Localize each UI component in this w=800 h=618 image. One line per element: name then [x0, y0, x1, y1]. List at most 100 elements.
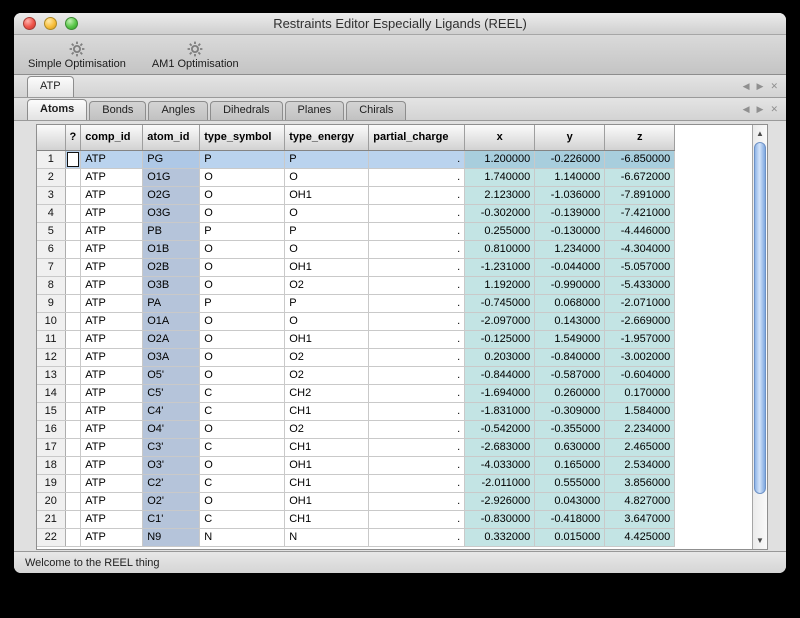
cell-atom-id[interactable]: C5': [143, 384, 200, 402]
tab-scroll-left-icon[interactable]: ◀: [743, 104, 750, 115]
cell-type-symbol[interactable]: O: [200, 348, 285, 366]
cell-x[interactable]: -4.033000: [465, 456, 535, 474]
cell-col[interactable]: [65, 222, 81, 240]
scrollbar-thumb[interactable]: [754, 142, 766, 494]
cell-z[interactable]: -0.604000: [605, 366, 675, 384]
cell-atom-id[interactable]: O2A: [143, 330, 200, 348]
column-header-type-energy[interactable]: type_energy: [285, 125, 369, 150]
cell-comp-id[interactable]: ATP: [81, 384, 143, 402]
cell-comp-id[interactable]: ATP: [81, 438, 143, 456]
cell-comp-id[interactable]: ATP: [81, 420, 143, 438]
cell-y[interactable]: -0.309000: [535, 402, 605, 420]
cell-type-energy[interactable]: O: [285, 312, 369, 330]
cell-partial-charge[interactable]: .: [369, 258, 465, 276]
cell-comp-id[interactable]: ATP: [81, 240, 143, 258]
cell-type-symbol[interactable]: P: [200, 150, 285, 168]
tab-dihedrals[interactable]: Dihedrals: [210, 101, 282, 120]
row-number[interactable]: 12: [37, 348, 65, 366]
cell-partial-charge[interactable]: .: [369, 402, 465, 420]
cell-type-energy[interactable]: O2: [285, 420, 369, 438]
row-number[interactable]: 17: [37, 438, 65, 456]
cell-partial-charge[interactable]: .: [369, 492, 465, 510]
cell-comp-id[interactable]: ATP: [81, 150, 143, 168]
cell-z[interactable]: -6.672000: [605, 168, 675, 186]
cell-col[interactable]: [65, 456, 81, 474]
cell-x[interactable]: 2.123000: [465, 186, 535, 204]
cell-atom-id[interactable]: C3': [143, 438, 200, 456]
cell-z[interactable]: 2.534000: [605, 456, 675, 474]
cell-z[interactable]: -7.421000: [605, 204, 675, 222]
cell-atom-id[interactable]: C4': [143, 402, 200, 420]
cell-y[interactable]: -0.587000: [535, 366, 605, 384]
tab-atoms[interactable]: Atoms: [27, 99, 87, 120]
cell-type-energy[interactable]: O2: [285, 348, 369, 366]
cell-col[interactable]: [65, 510, 81, 528]
cell-col[interactable]: [65, 348, 81, 366]
tab-atp[interactable]: ATP: [27, 76, 74, 97]
cell-type-symbol[interactable]: O: [200, 240, 285, 258]
cell-x[interactable]: -0.302000: [465, 204, 535, 222]
cell-col[interactable]: [65, 402, 81, 420]
cell-y[interactable]: 1.234000: [535, 240, 605, 258]
cell-z[interactable]: -2.669000: [605, 312, 675, 330]
column-header-atom-id[interactable]: atom_id: [143, 125, 200, 150]
cell-y[interactable]: -0.418000: [535, 510, 605, 528]
cell-type-symbol[interactable]: P: [200, 294, 285, 312]
cell-type-energy[interactable]: OH1: [285, 330, 369, 348]
cell-z[interactable]: -6.850000: [605, 150, 675, 168]
cell-type-energy[interactable]: CH2: [285, 384, 369, 402]
cell-col[interactable]: [65, 204, 81, 222]
cell-partial-charge[interactable]: .: [369, 456, 465, 474]
row-number[interactable]: 4: [37, 204, 65, 222]
cell-y[interactable]: -0.990000: [535, 276, 605, 294]
cell-y[interactable]: -0.139000: [535, 204, 605, 222]
cell-comp-id[interactable]: ATP: [81, 186, 143, 204]
cell-y[interactable]: 0.555000: [535, 474, 605, 492]
cell-y[interactable]: 1.549000: [535, 330, 605, 348]
cell-x[interactable]: -2.011000: [465, 474, 535, 492]
cell-x[interactable]: -1.694000: [465, 384, 535, 402]
cell-x[interactable]: 0.203000: [465, 348, 535, 366]
scroll-up-icon[interactable]: ▲: [753, 126, 767, 141]
cell-partial-charge[interactable]: .: [369, 204, 465, 222]
row-number[interactable]: 10: [37, 312, 65, 330]
column-header-x[interactable]: x: [465, 125, 535, 150]
row-number[interactable]: 13: [37, 366, 65, 384]
cell-z[interactable]: -5.433000: [605, 276, 675, 294]
tab-chirals[interactable]: Chirals: [346, 101, 406, 120]
cell-z[interactable]: 2.465000: [605, 438, 675, 456]
tab-scroll-right-icon[interactable]: ▶: [757, 81, 764, 92]
row-number[interactable]: 3: [37, 186, 65, 204]
cell-x[interactable]: -0.542000: [465, 420, 535, 438]
am1-optimisation-button[interactable]: AM1 Optimisation: [152, 41, 239, 70]
cell-comp-id[interactable]: ATP: [81, 258, 143, 276]
cell-y[interactable]: 0.015000: [535, 528, 605, 546]
cell-comp-id[interactable]: ATP: [81, 456, 143, 474]
cell-col[interactable]: [65, 420, 81, 438]
cell-comp-id[interactable]: ATP: [81, 204, 143, 222]
cell-type-symbol[interactable]: C: [200, 474, 285, 492]
edit-cell-box[interactable]: [67, 152, 80, 167]
cell-comp-id[interactable]: ATP: [81, 528, 143, 546]
cell-z[interactable]: -7.891000: [605, 186, 675, 204]
row-number[interactable]: 11: [37, 330, 65, 348]
cell-x[interactable]: 0.255000: [465, 222, 535, 240]
cell-comp-id[interactable]: ATP: [81, 330, 143, 348]
column-header-z[interactable]: z: [605, 125, 675, 150]
cell-z[interactable]: 3.856000: [605, 474, 675, 492]
cell-partial-charge[interactable]: .: [369, 528, 465, 546]
cell-comp-id[interactable]: ATP: [81, 492, 143, 510]
cell-type-symbol[interactable]: O: [200, 366, 285, 384]
tab-bonds[interactable]: Bonds: [89, 101, 146, 120]
cell-type-symbol[interactable]: C: [200, 438, 285, 456]
cell-partial-charge[interactable]: .: [369, 474, 465, 492]
minimize-window-button[interactable]: [44, 17, 57, 30]
tab-close-icon[interactable]: ✕: [770, 81, 778, 92]
cell-type-energy[interactable]: CH1: [285, 474, 369, 492]
cell-col[interactable]: [65, 168, 81, 186]
cell-col[interactable]: [65, 438, 81, 456]
tab-scroll-right-icon[interactable]: ▶: [757, 104, 764, 115]
cell-z[interactable]: -5.057000: [605, 258, 675, 276]
cell-type-symbol[interactable]: C: [200, 510, 285, 528]
cell-y[interactable]: -0.840000: [535, 348, 605, 366]
